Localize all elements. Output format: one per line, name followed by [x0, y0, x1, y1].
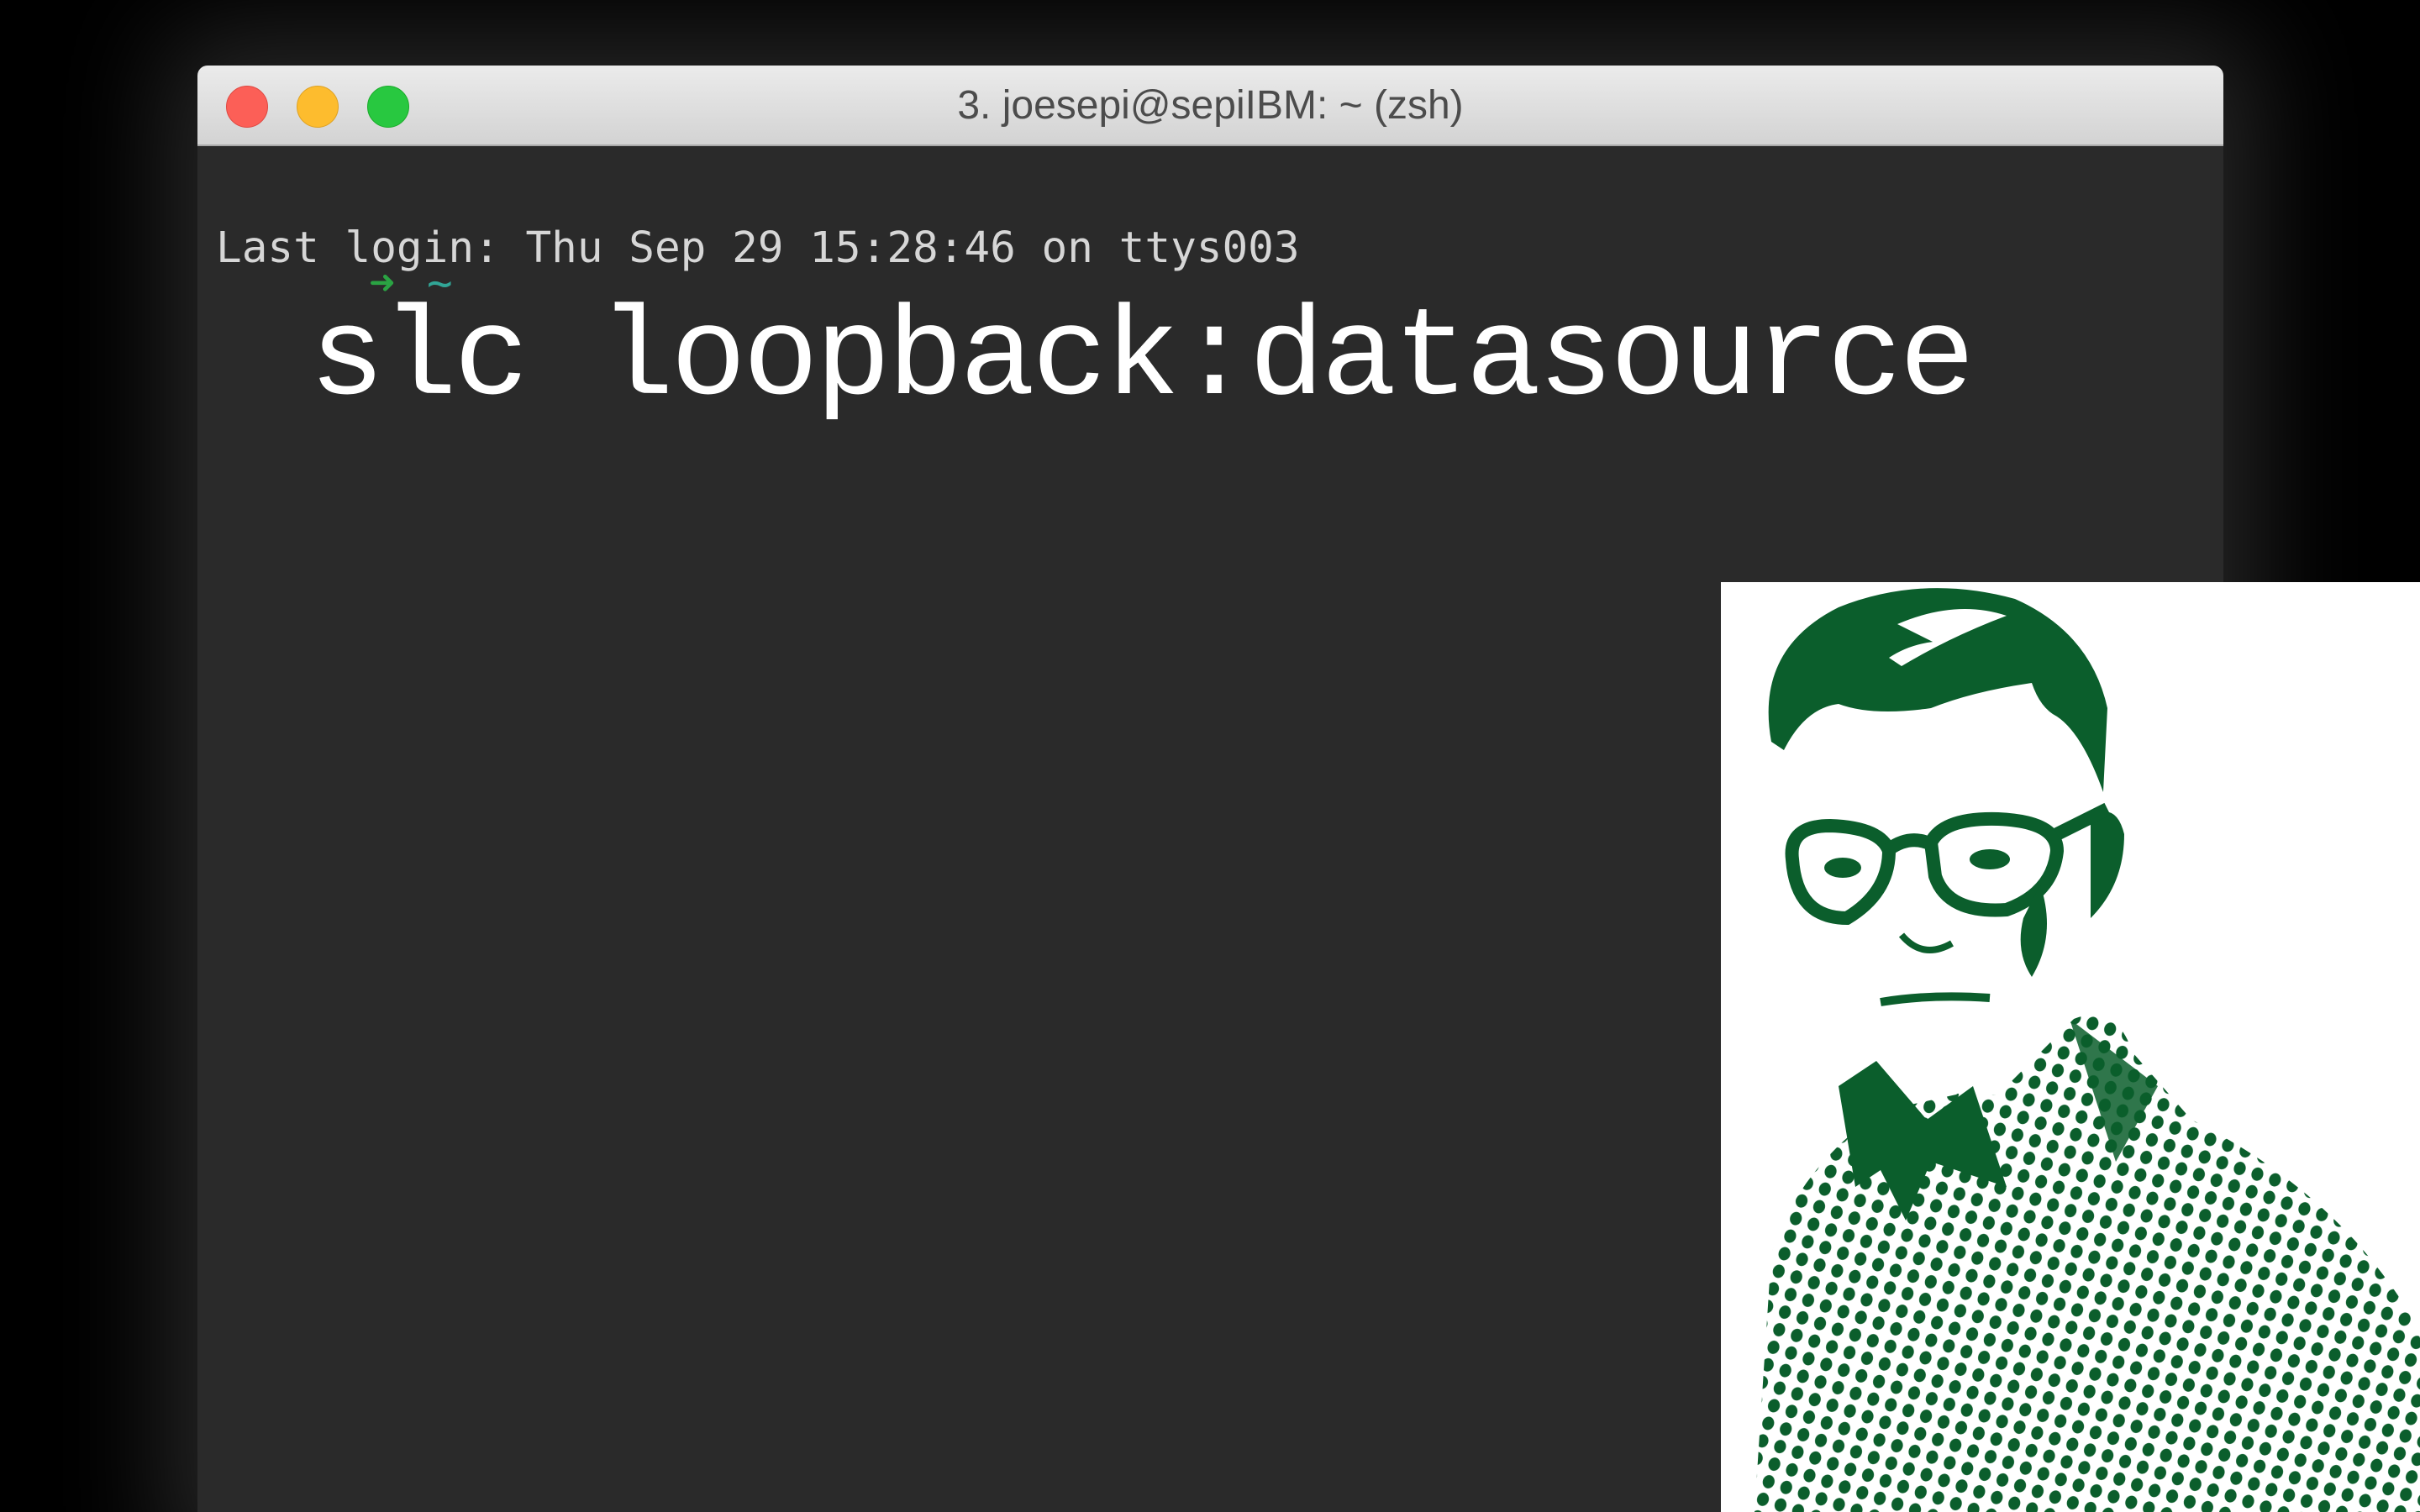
shell-prompt: ➜ ~ — [214, 208, 452, 308]
desktop-background: 3. joesepi@sepiIBM: ~ (zsh) Last login: … — [0, 0, 2420, 1512]
person-portrait-illustration — [1721, 582, 2420, 1512]
eye-shape — [1970, 849, 2010, 869]
command-text: slc loopback:datasource — [309, 289, 1975, 432]
title-bar[interactable]: 3. joesepi@sepiIBM: ~ (zsh) — [197, 66, 2223, 146]
eye-shape — [1824, 858, 1861, 878]
ear-shape — [2091, 811, 2124, 918]
window-title: 3. joesepi@sepiIBM: ~ (zsh) — [957, 83, 1464, 128]
